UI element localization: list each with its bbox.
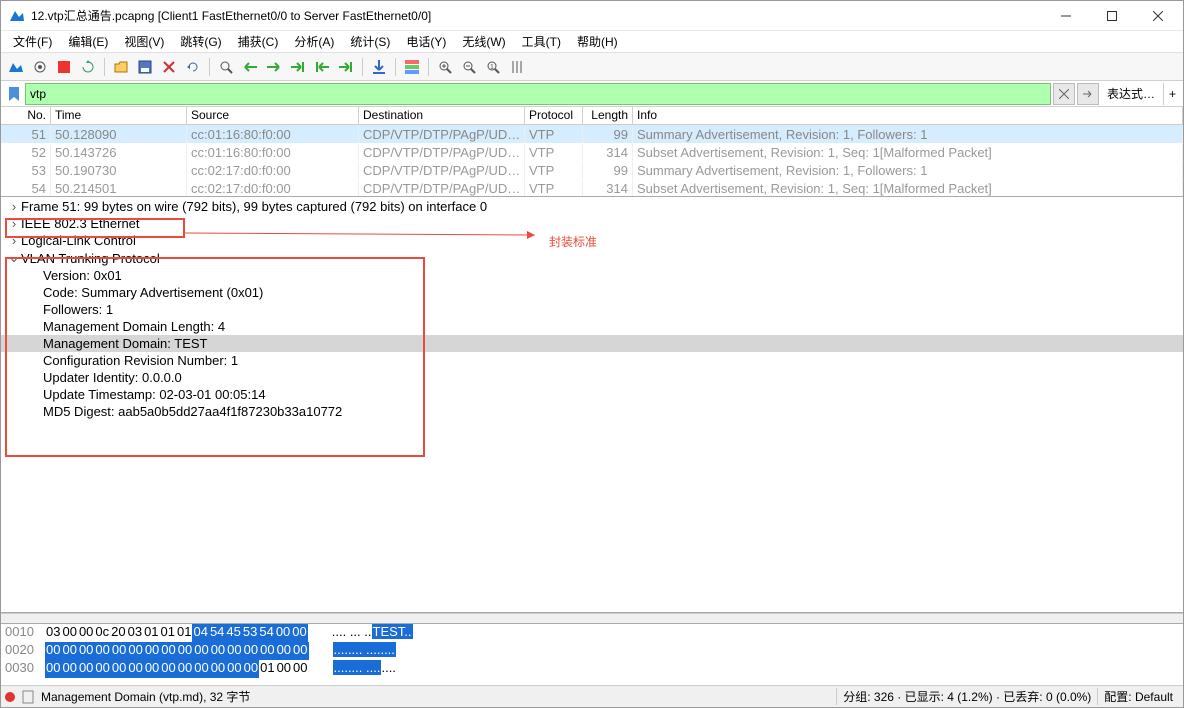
zoom-reset-icon[interactable]: 1 <box>482 56 504 78</box>
packet-row[interactable]: 5250.143726cc:01:16:80:f0:00CDP/VTP/DTP/… <box>1 143 1183 161</box>
col-time[interactable]: Time <box>51 107 187 124</box>
packet-list-header: No. Time Source Destination Protocol Len… <box>1 107 1183 125</box>
annotation-box-vtp <box>5 257 425 457</box>
last-icon[interactable] <box>335 56 357 78</box>
menu-item[interactable]: 编辑(E) <box>62 31 114 52</box>
display-filter-input[interactable] <box>25 83 1051 105</box>
app-window: 12.vtp汇总通告.pcapng [Client1 FastEthernet0… <box>0 0 1184 708</box>
menu-item[interactable]: 帮助(H) <box>571 31 624 52</box>
menu-item[interactable]: 电话(Y) <box>400 31 452 52</box>
add-filter-button[interactable]: + <box>1163 83 1181 105</box>
col-source[interactable]: Source <box>187 107 359 124</box>
capture-file-icon <box>21 690 35 704</box>
goto-icon[interactable] <box>287 56 309 78</box>
packet-details[interactable]: ›Frame 51: 99 bytes on wire (792 bits), … <box>1 197 1183 613</box>
zoom-in-icon[interactable] <box>434 56 456 78</box>
find-icon[interactable] <box>215 56 237 78</box>
save-icon[interactable] <box>134 56 156 78</box>
menu-item[interactable]: 分析(A) <box>288 31 340 52</box>
forward-icon[interactable] <box>263 56 285 78</box>
hex-row[interactable]: 002000 00 00 00 00 00 00 00 00 00 00 00 … <box>1 642 1183 660</box>
menu-item[interactable]: 捕获(C) <box>232 31 285 52</box>
zoom-out-icon[interactable] <box>458 56 480 78</box>
packet-list[interactable]: No. Time Source Destination Protocol Len… <box>1 107 1183 197</box>
toolbar: 1 <box>1 53 1183 81</box>
svg-text:1: 1 <box>490 64 494 71</box>
filter-bookmark-icon[interactable] <box>5 83 23 105</box>
hex-row[interactable]: 001003 00 00 0c 20 03 01 01 01 04 54 45 … <box>1 624 1183 642</box>
maximize-button[interactable] <box>1089 2 1135 30</box>
menu-item[interactable]: 跳转(G) <box>174 31 227 52</box>
minimize-button[interactable] <box>1043 2 1089 30</box>
menu-item[interactable]: 工具(T) <box>516 31 567 52</box>
menu-item[interactable]: 文件(F) <box>7 31 58 52</box>
shark-icon[interactable] <box>5 56 27 78</box>
filter-bar: 表达式… + <box>1 81 1183 107</box>
packet-row[interactable]: 5350.190730cc:02:17:d0:f0:00CDP/VTP/DTP/… <box>1 161 1183 179</box>
col-info[interactable]: Info <box>633 107 1183 124</box>
menubar: 文件(F)编辑(E)视图(V)跳转(G)捕获(C)分析(A)统计(S)电话(Y)… <box>1 31 1183 53</box>
annotation-arrow <box>185 225 545 241</box>
colorize-icon[interactable] <box>401 56 423 78</box>
menu-item[interactable]: 无线(W) <box>456 31 511 52</box>
col-destination[interactable]: Destination <box>359 107 525 124</box>
detail-frame[interactable]: ›Frame 51: 99 bytes on wire (792 bits), … <box>1 198 1183 215</box>
open-icon[interactable] <box>110 56 132 78</box>
window-title: 12.vtp汇总通告.pcapng [Client1 FastEthernet0… <box>31 7 1043 24</box>
status-packets: 分组: 326 · 已显示: 4 (1.2%) · 已丢弃: 0 (0.0%) <box>836 688 1097 705</box>
close-button[interactable] <box>1135 2 1181 30</box>
back-icon[interactable] <box>239 56 261 78</box>
packet-row[interactable]: 5450.214501cc:02:17:d0:f0:00CDP/VTP/DTP/… <box>1 179 1183 197</box>
restart-icon[interactable] <box>77 56 99 78</box>
resize-columns-icon[interactable] <box>506 56 528 78</box>
titlebar: 12.vtp汇总通告.pcapng [Client1 FastEthernet0… <box>1 1 1183 31</box>
expression-button[interactable]: 表达式… <box>1099 85 1163 102</box>
col-no[interactable]: No. <box>1 107 51 124</box>
packet-row[interactable]: 5150.128090cc:01:16:80:f0:00CDP/VTP/DTP/… <box>1 125 1183 143</box>
first-icon[interactable] <box>311 56 333 78</box>
window-controls <box>1043 2 1181 30</box>
apply-filter-button[interactable] <box>1077 83 1099 105</box>
stop-icon[interactable] <box>53 56 75 78</box>
wireshark-icon <box>9 8 25 24</box>
col-length[interactable]: Length <box>583 107 633 124</box>
close-file-icon[interactable] <box>158 56 180 78</box>
statusbar: Management Domain (vtp.md), 32 字节 分组: 32… <box>1 685 1183 707</box>
hex-pane[interactable]: 001003 00 00 0c 20 03 01 01 01 04 54 45 … <box>1 623 1183 685</box>
annotation-label: 封装标准 <box>549 233 597 250</box>
splitter[interactable] <box>1 613 1183 623</box>
expert-info-icon[interactable] <box>5 692 15 702</box>
menu-item[interactable]: 视图(V) <box>118 31 170 52</box>
status-field: Management Domain (vtp.md), 32 字节 <box>41 688 250 705</box>
annotation-box-ieee <box>5 218 185 238</box>
autoscroll-icon[interactable] <box>368 56 390 78</box>
menu-item[interactable]: 统计(S) <box>344 31 396 52</box>
capture-options-icon[interactable] <box>29 56 51 78</box>
col-protocol[interactable]: Protocol <box>525 107 583 124</box>
clear-filter-button[interactable] <box>1053 83 1075 105</box>
hex-row[interactable]: 003000 00 00 00 00 00 00 00 00 00 00 00 … <box>1 660 1183 678</box>
reload-icon[interactable] <box>182 56 204 78</box>
status-profile[interactable]: 配置: Default <box>1097 688 1179 705</box>
